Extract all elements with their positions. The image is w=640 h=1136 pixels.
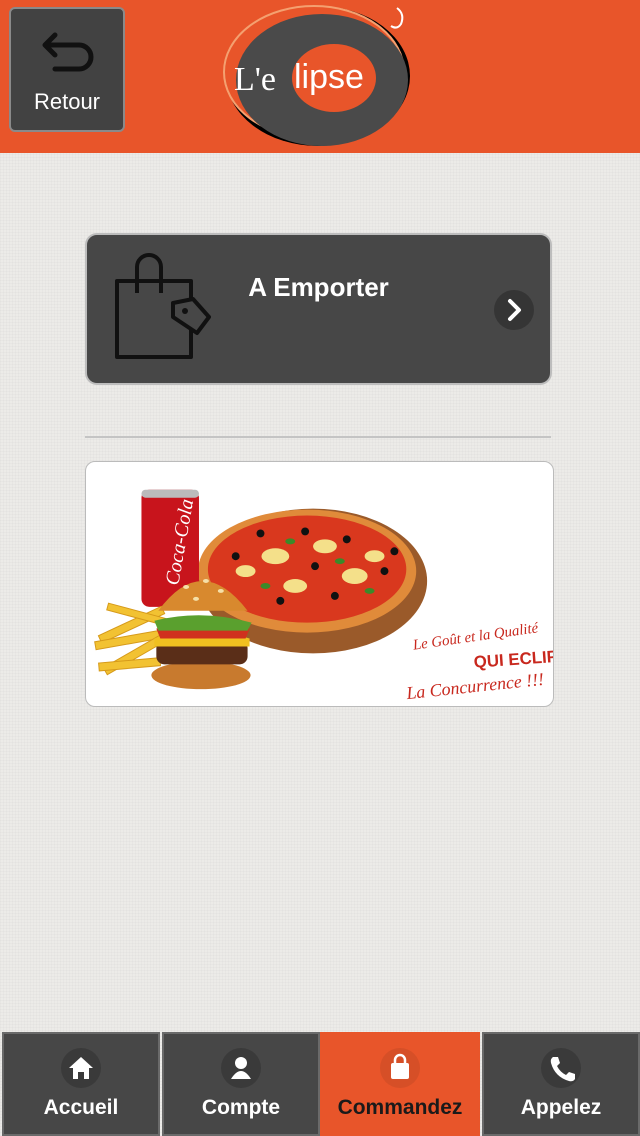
bottom-tab-bar: Accueil Compte Commandez Appelez (0, 1032, 640, 1136)
shopping-bag-icon (115, 253, 211, 359)
bag-icon (380, 1048, 420, 1088)
tab-label-commandez: Commandez (337, 1096, 463, 1119)
emporter-card[interactable]: A Emporter (85, 233, 552, 385)
divider (85, 436, 551, 438)
chevron-right-icon[interactable] (494, 290, 534, 330)
app-header: Retour L'e lipse (0, 0, 640, 153)
tab-label-compte: Compte (201, 1096, 281, 1119)
phone-icon (541, 1048, 581, 1088)
logo-text-left: L'e (234, 61, 276, 98)
tab-label-accueil: Accueil (43, 1096, 119, 1119)
back-label: Retour (33, 89, 101, 114)
home-icon (61, 1048, 101, 1088)
user-icon (221, 1048, 261, 1088)
emporter-title: A Emporter (248, 272, 389, 302)
undo-arrow-icon (42, 32, 94, 72)
tab-appelez[interactable]: Appelez (482, 1032, 640, 1136)
tab-compte[interactable]: Compte (162, 1032, 320, 1136)
logo-text-right: lipse (294, 58, 364, 96)
promo-banner: Coca-Cola Le Goût et la Qualité QUI ECLI… (85, 461, 554, 707)
back-button[interactable]: Retour (9, 7, 125, 132)
slogan-line3: La Concurrence !!! (404, 669, 544, 703)
tab-label-appelez: Appelez (520, 1096, 602, 1119)
eclipse-logo: L'e lipse (223, 5, 410, 146)
tab-accueil[interactable]: Accueil (2, 1032, 160, 1136)
promo-image: Coca-Cola Le Goût et la Qualité QUI ECLI… (94, 489, 553, 703)
slogan-line2: QUI ECLIPSE (473, 645, 553, 671)
tab-commandez[interactable]: Commandez (320, 1032, 480, 1136)
